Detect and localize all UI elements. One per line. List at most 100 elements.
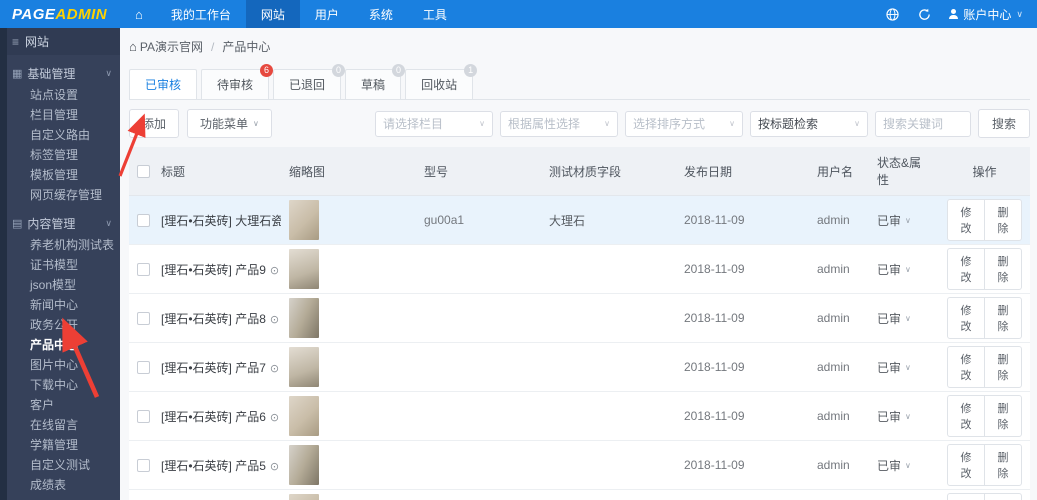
sidebar-item[interactable]: 产品中心 (7, 335, 120, 355)
row-title-cell: [理石•石英砖] 产品5⊙▦ (153, 440, 281, 490)
sidebar-item[interactable]: 自定义测试 (7, 455, 120, 475)
preview-eye-icon[interactable]: ⊙ (270, 412, 279, 424)
delete-button[interactable]: 删除 (984, 199, 1022, 241)
sidebar-item[interactable]: 图片中心 (7, 355, 120, 375)
sidebar-item[interactable]: 自定义路由 (7, 125, 120, 145)
sidebar-item[interactable]: 站点设置 (7, 85, 120, 105)
app-logo[interactable]: PAGE ADMIN (0, 0, 122, 28)
product-thumbnail[interactable] (289, 396, 319, 436)
select-all-checkbox[interactable] (137, 165, 150, 179)
sidebar-item[interactable]: json模型 (7, 275, 120, 295)
filter-select[interactable]: 请选择栏目 ∨ (374, 110, 493, 137)
tab-approved[interactable]: 已审核 (129, 69, 198, 99)
language-globe-icon[interactable] (885, 7, 899, 21)
account-menu[interactable]: 账户中心 ∨ (949, 6, 1023, 23)
edit-button[interactable]: 修改 (947, 395, 985, 437)
row-checkbox[interactable] (137, 361, 150, 375)
product-thumbnail[interactable] (289, 200, 319, 240)
function-menu-button[interactable]: 功能菜单 ∨ (187, 109, 272, 138)
filter-select[interactable]: 按标题检索 ∨ (749, 110, 868, 137)
tab-1[interactable]: 待审核 6 (201, 64, 274, 99)
sidebar-item[interactable]: 养老机构测试表 (7, 235, 120, 255)
row-title[interactable]: [理石•石英砖] 产品9 (161, 263, 266, 277)
actions-cell: 修改删除 (939, 391, 1030, 441)
edit-button[interactable]: 修改 (947, 493, 985, 500)
delete-button[interactable]: 删除 (984, 444, 1022, 486)
status-dropdown[interactable]: 已审 ∨ (877, 212, 911, 229)
delete-button[interactable]: 删除 (984, 297, 1022, 339)
status-dropdown[interactable]: 已审 ∨ (877, 261, 911, 278)
home-icon[interactable]: ⌂ (122, 0, 156, 28)
refresh-icon[interactable] (917, 7, 931, 21)
tab-2[interactable]: 已退回 0 (273, 64, 346, 99)
delete-button[interactable]: 删除 (984, 248, 1022, 290)
user-cell: admin (809, 195, 869, 245)
row-title[interactable]: [理石•石英砖] 产品7 (161, 361, 266, 375)
row-checkbox-cell (129, 440, 153, 490)
row-checkbox[interactable] (137, 410, 150, 424)
top-nav-item[interactable]: 工具 (408, 0, 462, 28)
status-dropdown[interactable]: 已审 ∨ (877, 457, 911, 474)
edit-button[interactable]: 修改 (947, 346, 985, 388)
add-button[interactable]: 添加 (129, 109, 180, 138)
edit-button[interactable]: 修改 (947, 199, 985, 241)
filter-select[interactable]: 选择排序方式 ∨ (624, 110, 743, 137)
preview-eye-icon[interactable]: ⊙ (270, 461, 279, 473)
row-checkbox[interactable] (137, 312, 150, 326)
delete-button[interactable]: 删除 (984, 493, 1022, 500)
sidebar-item[interactable]: 证书模型 (7, 255, 120, 275)
sidebar-item[interactable]: 客户 (7, 395, 120, 415)
row-title[interactable]: [理石•石英砖] 产品6 (161, 410, 266, 424)
preview-eye-icon[interactable]: ⊙ (270, 265, 279, 277)
sidebar-group-header[interactable]: ▤ 内容管理 ∨ (7, 211, 120, 235)
preview-eye-icon[interactable]: ⊙ (270, 363, 279, 375)
product-thumbnail[interactable] (289, 445, 319, 485)
product-thumbnail[interactable] (289, 347, 319, 387)
status-dropdown[interactable]: 已审 ∨ (877, 310, 911, 327)
breadcrumb-site[interactable]: PA演示官网 (140, 38, 203, 55)
row-title[interactable]: [理石•石英砖] 大理石瓷砖 (161, 214, 281, 228)
product-thumbnail[interactable] (289, 298, 319, 338)
sidebar-item[interactable]: 新闻中心 (7, 295, 120, 315)
user-cell: admin (809, 293, 869, 343)
sidebar-item[interactable]: 网页缓存管理 (7, 185, 120, 205)
product-thumbnail[interactable] (289, 249, 319, 289)
sidebar-item[interactable]: 在线留言 (7, 415, 120, 435)
tab-4[interactable]: 回收站 1 (405, 64, 478, 99)
filter-select[interactable]: 根据属性选择 ∨ (499, 110, 618, 137)
delete-button[interactable]: 删除 (984, 346, 1022, 388)
status-label: 已审 (877, 262, 902, 277)
search-input[interactable] (874, 110, 971, 137)
breadcrumb-home-icon[interactable]: ⌂ (129, 39, 137, 54)
preview-eye-icon[interactable]: ⊙ (270, 314, 279, 326)
status-dropdown[interactable]: 已审 ∨ (877, 408, 911, 425)
sidebar-group-header[interactable]: ▦ 基础管理 ∨ (7, 61, 120, 85)
search-button[interactable]: 搜索 (977, 109, 1030, 138)
sidebar-item[interactable]: 栏目管理 (7, 105, 120, 125)
row-title[interactable]: [理石•石英砖] 产品8 (161, 312, 266, 326)
row-title-cell: [理石•石英砖] 大理石瓷砖⊙▦ (153, 195, 281, 245)
row-title[interactable]: [理石•石英砖] 产品5 (161, 459, 266, 473)
top-nav-item[interactable]: 网站 (245, 0, 300, 28)
sidebar-item[interactable]: 模板管理 (7, 165, 120, 185)
top-nav-item[interactable]: 我的工作台 (156, 0, 246, 28)
sidebar-header[interactable]: ≡ 网站 (7, 28, 120, 55)
status-dropdown[interactable]: 已审 ∨ (877, 359, 911, 376)
sidebar-item[interactable]: 成绩表 (7, 475, 120, 495)
row-checkbox[interactable] (137, 214, 150, 228)
sidebar-item[interactable]: 政务公开 (7, 315, 120, 335)
top-nav-item[interactable]: 用户 (300, 0, 354, 28)
row-checkbox[interactable] (137, 459, 150, 473)
edit-button[interactable]: 修改 (947, 297, 985, 339)
column-header: 用户名 (809, 147, 869, 196)
delete-button[interactable]: 删除 (984, 395, 1022, 437)
edit-button[interactable]: 修改 (947, 248, 985, 290)
tab-3[interactable]: 草稿 0 (345, 64, 406, 99)
row-checkbox[interactable] (137, 263, 150, 277)
product-thumbnail[interactable] (289, 494, 319, 500)
sidebar-item[interactable]: 标签管理 (7, 145, 120, 165)
sidebar-item[interactable]: 下载中心 (7, 375, 120, 395)
top-nav-item[interactable]: 系统 (354, 0, 408, 28)
edit-button[interactable]: 修改 (947, 444, 985, 486)
sidebar-item[interactable]: 学籍管理 (7, 435, 120, 455)
